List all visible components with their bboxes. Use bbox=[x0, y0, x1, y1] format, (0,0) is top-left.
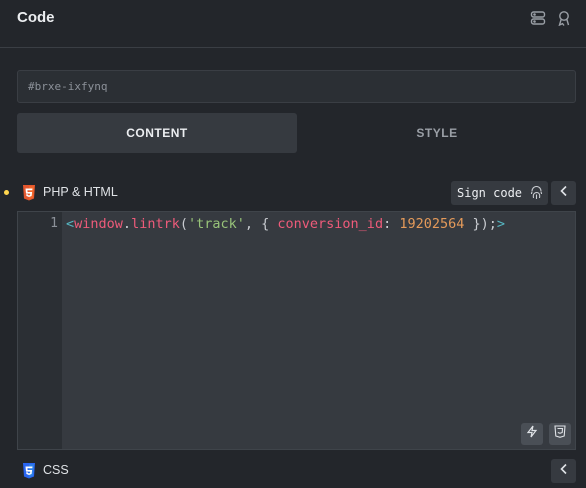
css-label: CSS bbox=[43, 463, 69, 477]
collapse-css-button[interactable] bbox=[551, 459, 576, 483]
code-token: lintrk bbox=[131, 216, 180, 232]
php-html-label: PHP & HTML bbox=[43, 185, 118, 199]
html-mode-button[interactable] bbox=[549, 423, 571, 445]
code-editor[interactable]: 1 <window.lintrk('track', { conversion_i… bbox=[17, 211, 576, 450]
code-token: > bbox=[496, 216, 506, 232]
css3-icon bbox=[22, 463, 36, 479]
unsaved-indicator-dot bbox=[4, 190, 9, 195]
code-token: conversion_id bbox=[277, 216, 384, 232]
tab-content[interactable]: CONTENT bbox=[17, 113, 297, 153]
panel-header: Code bbox=[0, 0, 586, 48]
html5-icon bbox=[554, 425, 566, 443]
badge-icon[interactable] bbox=[556, 10, 572, 26]
element-id-input[interactable] bbox=[17, 70, 576, 103]
code-token: 19202564 bbox=[399, 216, 465, 232]
code-token: }); bbox=[464, 216, 497, 232]
tab-style[interactable]: STYLE bbox=[297, 113, 577, 153]
chevron-left-icon bbox=[559, 184, 569, 202]
sign-code-label: Sign code bbox=[457, 186, 523, 200]
code-token: < bbox=[66, 216, 75, 232]
code-token: ( bbox=[179, 216, 188, 232]
code-token: . bbox=[122, 216, 132, 232]
code-token: 'track' bbox=[187, 216, 245, 232]
chevron-left-icon bbox=[559, 462, 569, 480]
format-code-button[interactable] bbox=[521, 423, 543, 445]
collapse-php-button[interactable] bbox=[551, 181, 576, 205]
sign-code-button[interactable]: Sign code bbox=[451, 181, 548, 205]
line-number: 1 bbox=[50, 216, 58, 231]
css-section-header[interactable]: CSS bbox=[0, 458, 586, 484]
bolt-icon bbox=[526, 425, 538, 443]
code-token: : bbox=[383, 216, 400, 232]
panel-title: Code bbox=[17, 9, 55, 26]
php-html-section-header[interactable]: PHP & HTML Sign code bbox=[0, 180, 586, 206]
line-number-gutter: 1 bbox=[18, 212, 62, 449]
html5-icon bbox=[22, 185, 36, 201]
server-icon[interactable] bbox=[530, 10, 546, 26]
code-line[interactable]: <window.lintrk('track', { conversion_id:… bbox=[66, 215, 505, 233]
code-token: window bbox=[74, 216, 123, 232]
fingerprint-icon bbox=[530, 185, 543, 200]
code-token: , { bbox=[244, 216, 278, 232]
